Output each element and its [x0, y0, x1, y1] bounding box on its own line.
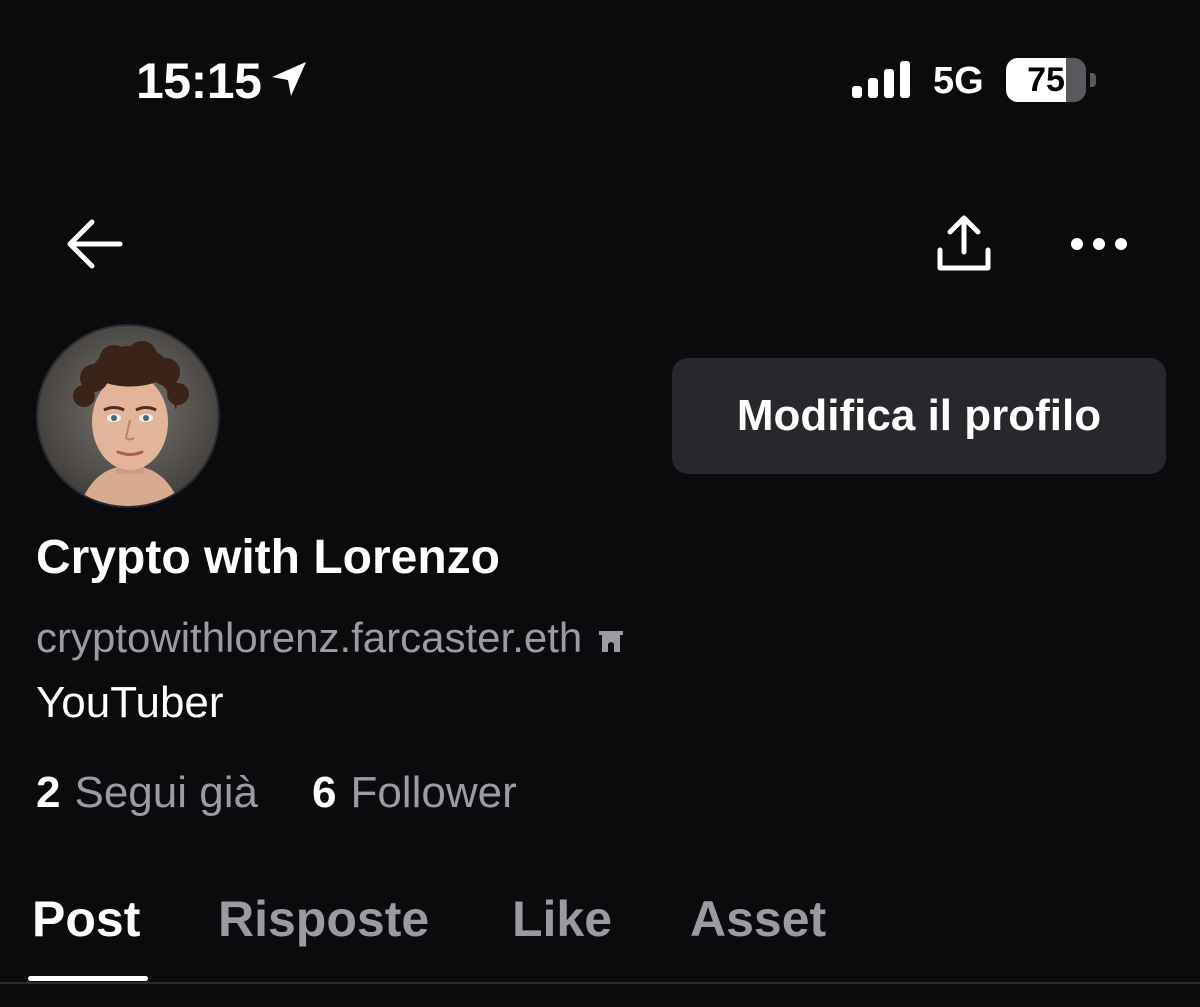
arch-icon: [599, 631, 624, 652]
following-count: 2: [36, 768, 61, 817]
tab-post[interactable]: Post: [32, 890, 140, 948]
avatar[interactable]: [36, 324, 220, 508]
cellular-signal-icon: [852, 61, 910, 98]
network-type: 5G: [933, 60, 984, 102]
username: cryptowithlorenz.farcaster.eth: [36, 614, 583, 661]
profile-stats: 2 Segui già 6 Follower: [36, 768, 571, 818]
status-bar: 15:15 5G 75: [0, 0, 1200, 160]
bio: YouTuber: [36, 678, 224, 727]
tabs-divider: [0, 982, 1200, 984]
edit-profile-button[interactable]: Modifica il profilo: [672, 358, 1166, 474]
more-horizontal-icon[interactable]: [1068, 222, 1130, 266]
battery-tip: [1090, 73, 1096, 87]
followers-stat[interactable]: 6 Follower: [312, 768, 517, 818]
battery-level: 75: [1027, 61, 1065, 99]
tab-like[interactable]: Like: [512, 890, 612, 948]
location-arrow-icon: [272, 62, 306, 96]
tab-asset[interactable]: Asset: [690, 890, 826, 948]
display-name: Crypto with Lorenzo: [36, 531, 500, 584]
arrow-left-icon[interactable]: [62, 214, 126, 274]
share-icon[interactable]: [932, 212, 996, 276]
profile-tabs: Post Risposte Like Asset: [0, 890, 1200, 986]
following-stat[interactable]: 2 Segui già: [36, 768, 258, 818]
tab-risposte[interactable]: Risposte: [218, 890, 429, 948]
following-label: Segui già: [74, 768, 258, 817]
status-time: 15:15: [136, 53, 262, 109]
battery-body: 75: [1006, 58, 1086, 102]
followers-count: 6: [311, 768, 337, 817]
active-tab-indicator: [28, 976, 148, 981]
battery-icon: 75: [1006, 58, 1096, 102]
followers-label: Follower: [350, 768, 517, 817]
username-row: cryptowithlorenz.farcaster.eth: [36, 610, 626, 666]
avatar-image: [38, 326, 218, 506]
